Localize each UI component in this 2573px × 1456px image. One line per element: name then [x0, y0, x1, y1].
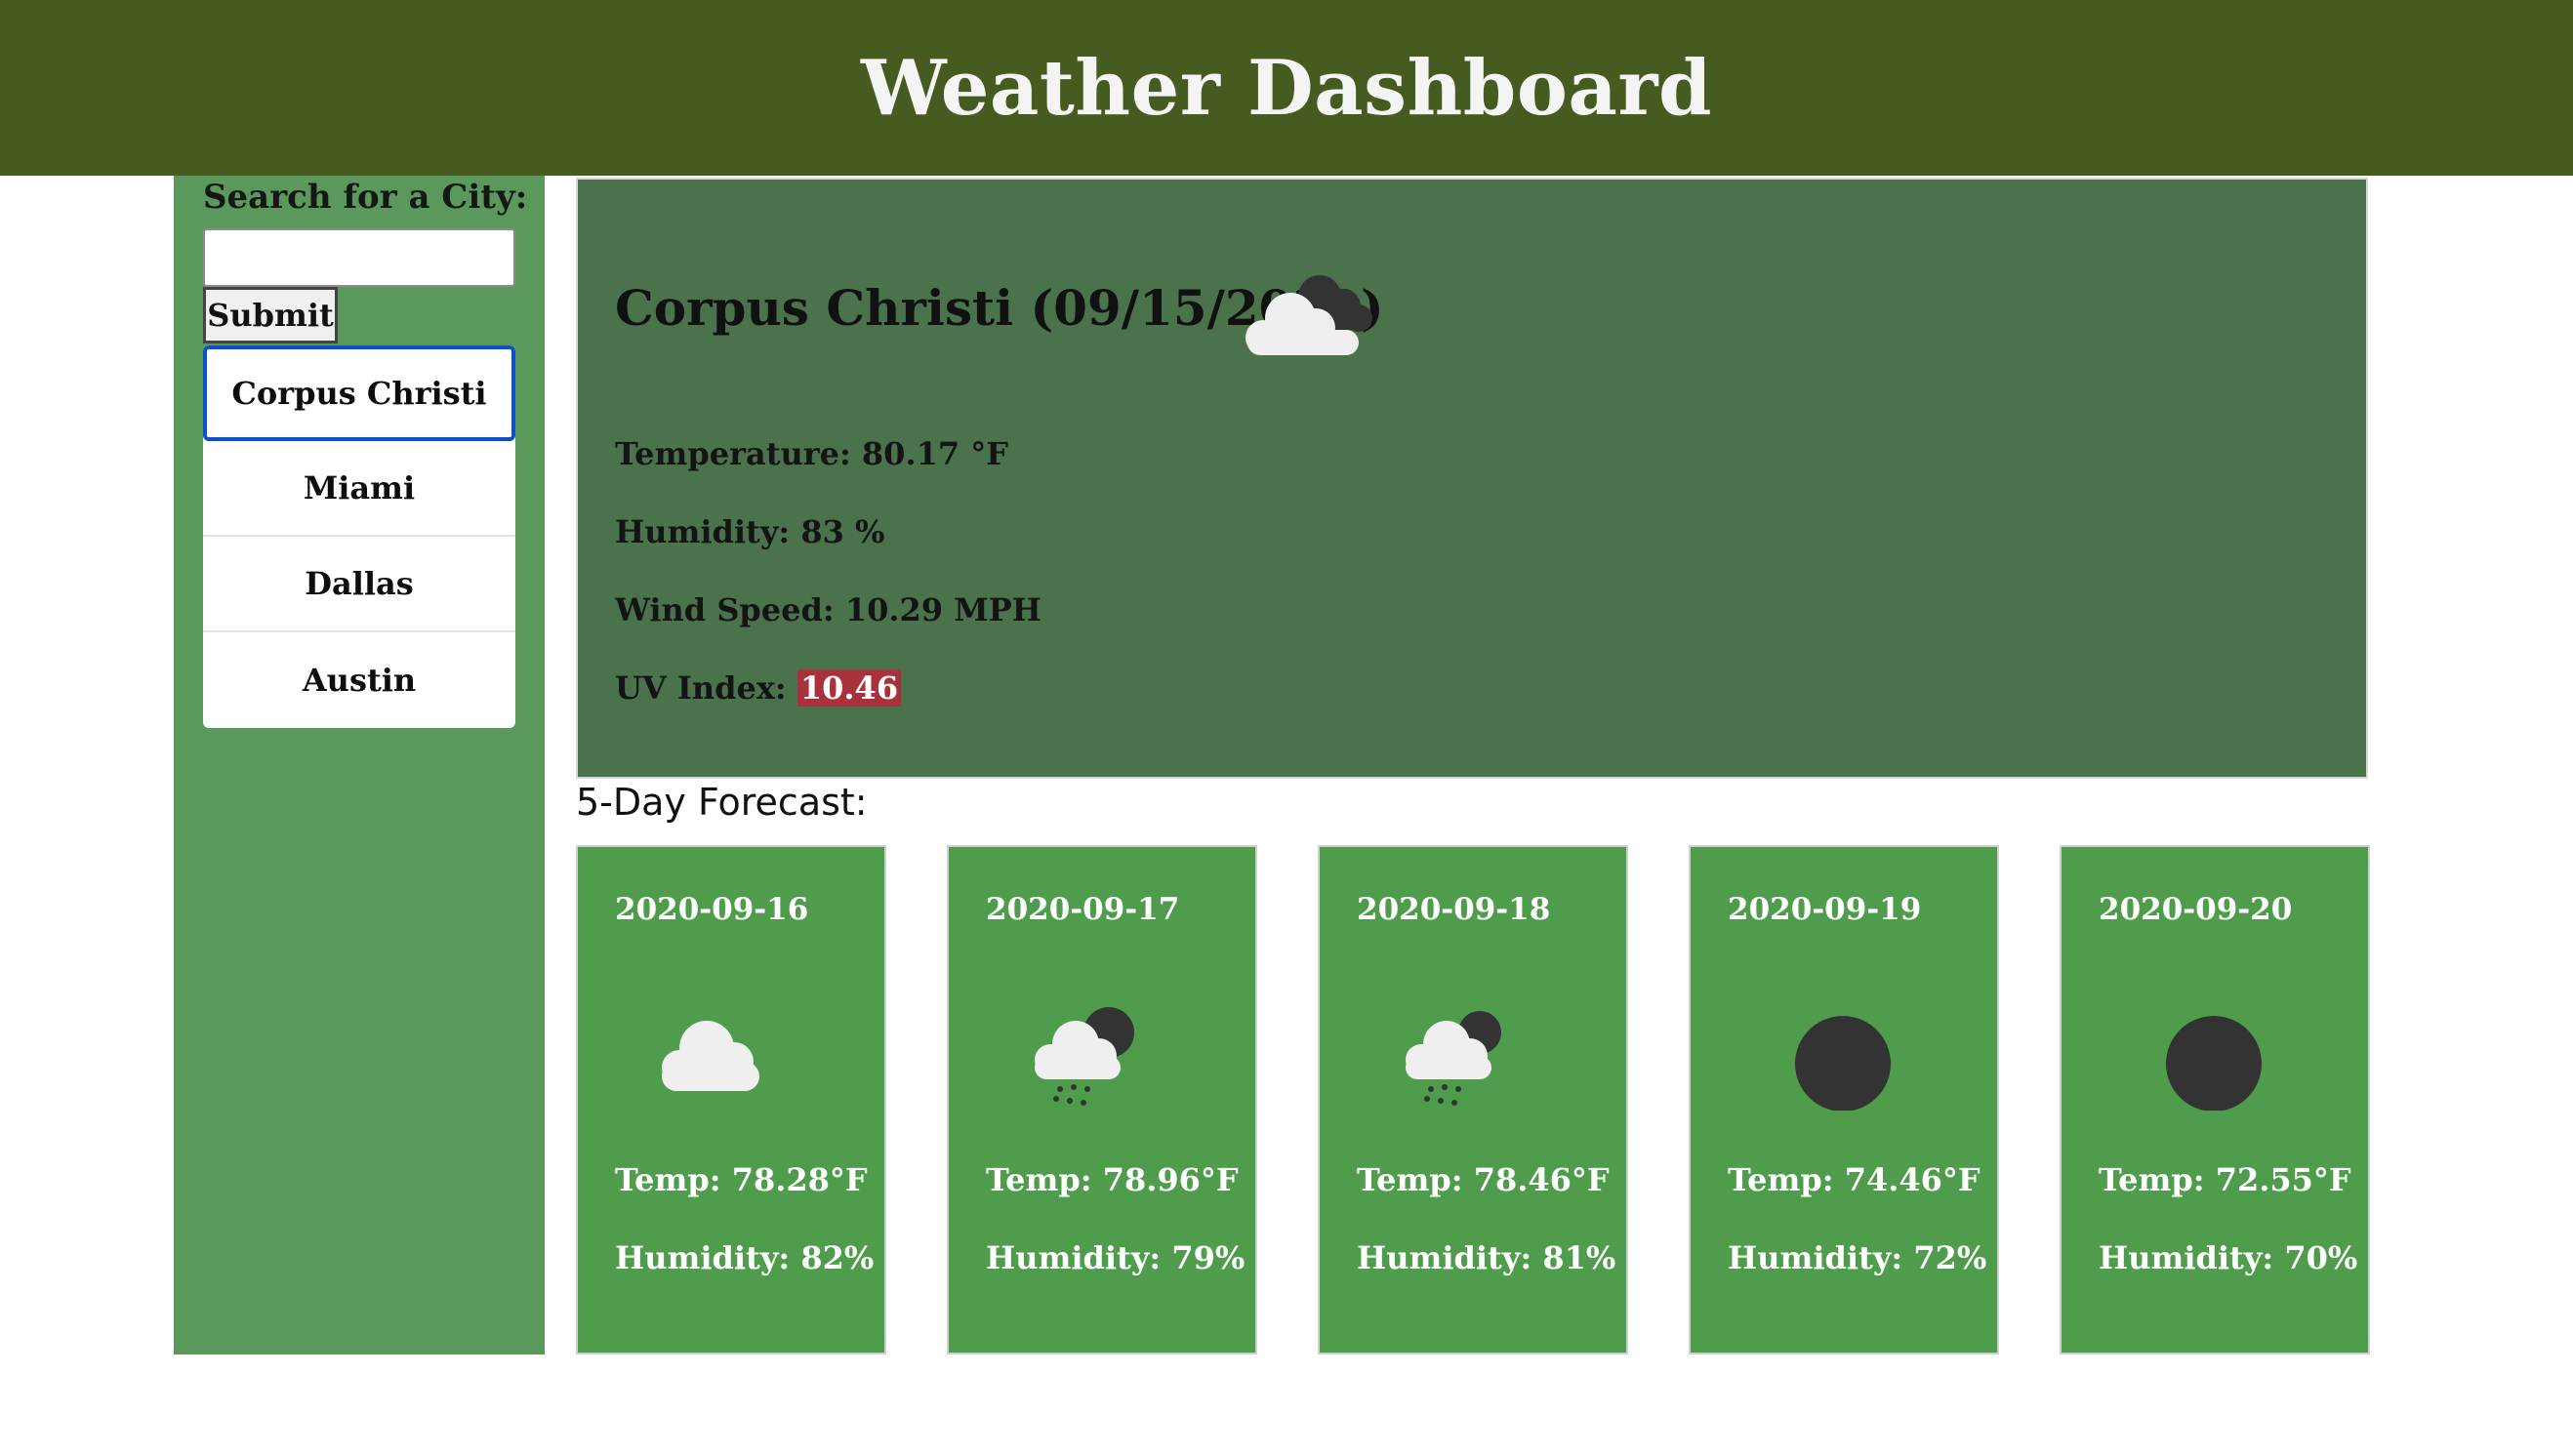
page-header: Weather Dashboard [0, 0, 2573, 176]
city-search-input[interactable] [203, 228, 515, 287]
forecast-date: 2020-09-17 [986, 892, 1180, 927]
forecast-humidity: Humidity: 72% [1728, 1239, 1987, 1276]
rain-cloud-icon [1406, 1011, 1501, 1106]
forecast-humidity: Humidity: 82% [615, 1239, 875, 1276]
current-wind-speed: Wind Speed: 10.29 MPH [615, 591, 1041, 628]
forecast-temp: Temp: 78.46°F [1357, 1161, 1610, 1198]
current-weather-panel: Corpus Christi (09/15/2020) Temperature:… [576, 178, 2368, 779]
sidebar: Search for a City: Submit Corpus Christi… [174, 176, 545, 1355]
forecast-card: 2020-09-16 Temp: 78.28°F Humidity: 82% [576, 845, 886, 1355]
forecast-temp: Temp: 72.55°F [2099, 1161, 2351, 1198]
forecast-temp: Temp: 78.96°F [986, 1161, 1239, 1198]
forecast-card: 2020-09-18 Temp: 78.46°F Humidity: 81% [1318, 845, 1628, 1355]
forecast-date: 2020-09-19 [1728, 892, 1922, 927]
broken-clouds-icon [1246, 275, 1372, 355]
forecast-humidity: Humidity: 70% [2099, 1239, 2358, 1276]
page-title: Weather Dashboard [860, 43, 1713, 133]
forecast-card: 2020-09-17 Temp: 78.96°F Humidity: 79% [947, 845, 1257, 1355]
forecast-date: 2020-09-16 [615, 892, 809, 927]
current-temperature: Temperature: 80.17 °F [615, 435, 1008, 472]
forecast-humidity: Humidity: 81% [1357, 1239, 1616, 1276]
search-label: Search for a City: [203, 178, 528, 217]
current-humidity: Humidity: 83 % [615, 513, 885, 550]
forecast-date: 2020-09-20 [2099, 892, 2293, 927]
forecast-temp: Temp: 78.28°F [615, 1161, 868, 1198]
forecast-heading: 5-Day Forecast: [576, 781, 868, 824]
uv-index-badge: 10.46 [796, 669, 902, 707]
forecast-temp: Temp: 74.46°F [1728, 1161, 1981, 1198]
city-item-austin[interactable]: Austin [203, 632, 515, 728]
city-item-miami[interactable]: Miami [203, 441, 515, 537]
forecast-card: 2020-09-20 Temp: 72.55°F Humidity: 70% [2060, 845, 2370, 1355]
clear-night-icon [2166, 1016, 2262, 1111]
city-item-dallas[interactable]: Dallas [203, 537, 515, 632]
uv-index-label: UV Index: [615, 669, 797, 707]
current-uv-index: UV Index: 10.46 [615, 669, 902, 707]
cloud-icon [662, 1021, 759, 1091]
forecast-humidity: Humidity: 79% [986, 1239, 1246, 1276]
submit-button[interactable]: Submit [203, 287, 338, 344]
clear-night-icon [1795, 1016, 1891, 1111]
forecast-date: 2020-09-18 [1357, 892, 1551, 927]
city-history-list: Corpus Christi Miami Dallas Austin [203, 345, 515, 728]
rain-cloud-icon [1035, 1007, 1134, 1106]
forecast-card: 2020-09-19 Temp: 74.46°F Humidity: 72% [1689, 845, 1999, 1355]
city-item-corpus-christi[interactable]: Corpus Christi [203, 345, 515, 441]
